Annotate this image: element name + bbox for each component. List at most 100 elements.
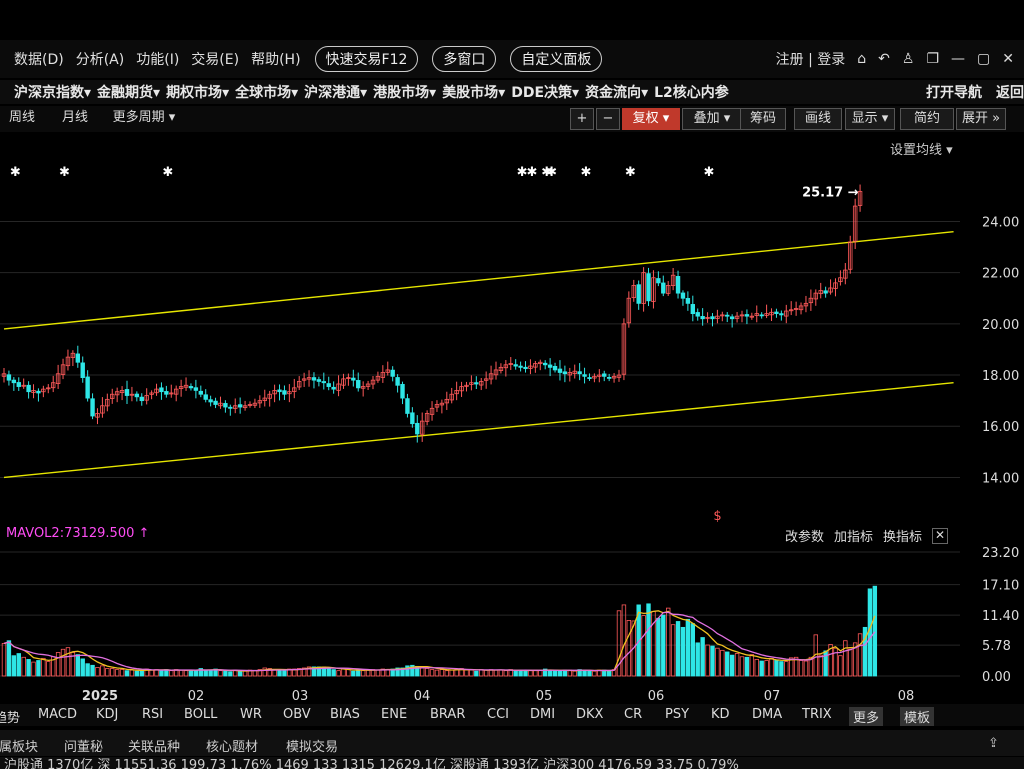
menu-item-1[interactable]: 分析(A) (76, 49, 125, 69)
period-button-0[interactable]: 周线 (0, 108, 44, 128)
indicator-action-0[interactable]: 改参数 (785, 526, 824, 545)
indicator-tabs: 趋势 MACD KDJ RSI BOLL WR OBV BIAS ENE BRAR CCI DMI DK… (0, 704, 1024, 726)
back-icon[interactable]: ↶ (878, 51, 890, 67)
tool-button-1[interactable]: − (596, 108, 620, 130)
nav-right-1[interactable]: 返回 (996, 82, 1024, 102)
volume-bar (188, 669, 194, 677)
menu-item-2[interactable]: 功能(I) (136, 49, 179, 69)
indicator-tab-14[interactable]: PSY (665, 707, 689, 722)
skin-icon[interactable]: ♙ (902, 51, 915, 67)
nav-item-9[interactable]: L2核心内参 (654, 82, 729, 102)
indicator-tab-10[interactable]: CCI (487, 707, 509, 722)
restore-icon[interactable]: ❐ (926, 51, 939, 67)
market-status-bar: 沪股通 1370亿 深 11551.36 199.73 1.76% 1469 1… (0, 757, 1024, 769)
bottom-tab-0[interactable]: 所属板块 (0, 736, 38, 755)
menu-item-3[interactable]: 交易(E) (191, 49, 239, 69)
nav-item-8[interactable]: 资金流向▾ (585, 82, 648, 102)
volume-bar (513, 670, 518, 677)
indicator-tab-15[interactable]: KD (711, 707, 730, 722)
indicator-tab-12[interactable]: DKX (576, 707, 603, 722)
indicator-tab-1[interactable]: MACD (38, 707, 77, 722)
candle-body (774, 311, 779, 315)
menu-item-0[interactable]: 数据(D) (14, 49, 64, 69)
toolbar-pill-0[interactable]: 快速交易F12 (314, 46, 419, 72)
volume-bar (331, 669, 336, 677)
nav-item-4[interactable]: 沪深港通▾ (304, 82, 367, 102)
tool-button-6[interactable]: 显示 ▾ (845, 108, 895, 130)
indicator-tab-9[interactable]: BRAR (430, 707, 465, 722)
indicator-tab-19[interactable]: 模板 (900, 707, 935, 726)
time-tick-label: 08 (898, 689, 915, 704)
tool-button-2[interactable]: 复权 ▾ (622, 108, 680, 130)
upload-icon[interactable]: ⇪ (988, 736, 999, 751)
volume-bar (646, 603, 651, 677)
volume-bar (700, 637, 705, 677)
indicator-action-1[interactable]: 加指标 (834, 526, 873, 545)
volume-bar (336, 670, 341, 677)
volume-bar (474, 670, 479, 677)
candle-body (124, 389, 130, 396)
toolbar-pill-1[interactable]: 多窗口 (432, 46, 497, 72)
period-button-1[interactable]: 月线 (50, 108, 100, 128)
minimize-icon[interactable]: — (951, 51, 965, 67)
bottom-tab-1[interactable]: 问董秘 (64, 736, 103, 755)
menu-item-4[interactable]: 帮助(H) (251, 49, 300, 69)
maximize-icon[interactable]: ▢ (977, 51, 990, 67)
indicator-tab-2[interactable]: KDJ (96, 707, 118, 722)
tool-button-8[interactable]: 展开 » (956, 108, 1006, 130)
nav-label: 金融期货 (97, 85, 154, 101)
indicator-action-2[interactable]: 换指标 (883, 526, 922, 545)
indicator-tab-6[interactable]: OBV (283, 707, 311, 722)
indicator-tab-8[interactable]: ENE (381, 707, 407, 722)
nav-item-5[interactable]: 港股市场▾ (373, 82, 436, 102)
bottom-tab-3[interactable]: 核心题材 (206, 736, 258, 755)
close-icon[interactable]: ✕ (932, 527, 949, 544)
nav-right-0[interactable]: 打开导航 (926, 82, 982, 102)
nav-item-2[interactable]: 期权市场▾ (166, 82, 229, 102)
nav-item-1[interactable]: 金融期货▾ (97, 82, 160, 102)
indicator-tab-11[interactable]: DMI (530, 707, 555, 722)
event-marker: $ (713, 509, 721, 524)
tool-button-4[interactable]: 筹码 (740, 108, 786, 130)
tool-button-7[interactable]: 简约 (900, 108, 954, 130)
nav-item-6[interactable]: 美股市场▾ (442, 82, 505, 102)
dropdown-icon: ▾ (153, 85, 161, 101)
nav-label: DDE决策 (511, 85, 573, 101)
indicator-tab-5[interactable]: WR (240, 707, 262, 722)
nav-item-0[interactable]: 沪深京指数▾ (14, 82, 91, 102)
indicator-tab-16[interactable]: DMA (752, 707, 782, 722)
nav-item-7[interactable]: DDE决策▾ (511, 82, 579, 102)
nav-label: 港股市场 (373, 85, 430, 101)
candle-body (562, 371, 568, 375)
period-button-2[interactable]: 更多周期 ▾ (104, 108, 184, 128)
indicator-tab-7[interactable]: BIAS (330, 707, 360, 722)
home-icon[interactable]: ⌂ (857, 51, 866, 67)
volume-bar (208, 669, 213, 677)
indicator-tab-4[interactable]: BOLL (184, 707, 217, 722)
toolbar-pill-2[interactable]: 自定义面板 (510, 46, 603, 72)
indicator-tab-3[interactable]: RSI (142, 707, 163, 722)
tool-button-3[interactable]: 叠加 ▾ (682, 108, 742, 130)
volume-bar (759, 660, 764, 677)
nav-item-3[interactable]: 全球市场▾ (235, 82, 298, 102)
bottom-tab-2[interactable]: 关联品种 (128, 736, 180, 755)
dropdown-icon: ▾ (498, 85, 506, 101)
volume-bar (562, 669, 568, 677)
auth-links[interactable]: 注册 | 登录 (776, 49, 846, 69)
candle-body (744, 314, 750, 317)
time-tick-label: 03 (292, 689, 309, 704)
close-icon[interactable]: ✕ (1002, 51, 1014, 67)
volume-bar (60, 648, 66, 677)
volume-bar (656, 617, 661, 677)
indicator-tab-17[interactable]: TRIX (802, 707, 832, 722)
volume-bar (119, 669, 125, 677)
indicator-tab-0[interactable]: 趋势 (0, 707, 20, 726)
bottom-tab-4[interactable]: 模拟交易 (286, 736, 338, 755)
volume-bar (666, 607, 671, 677)
candle-body (587, 377, 592, 379)
indicator-tab-13[interactable]: CR (624, 707, 642, 722)
market-nav-bar: 沪深京指数▾ 金融期货▾ 期权市场▾ 全球市场▾ 沪深港通▾ 港股市场▾ 美股市场▾ DDE决… (0, 80, 1024, 104)
indicator-tab-18[interactable]: 更多 (849, 707, 884, 726)
tool-button-0[interactable]: + (570, 108, 594, 130)
tool-button-5[interactable]: 画线 (794, 108, 842, 130)
